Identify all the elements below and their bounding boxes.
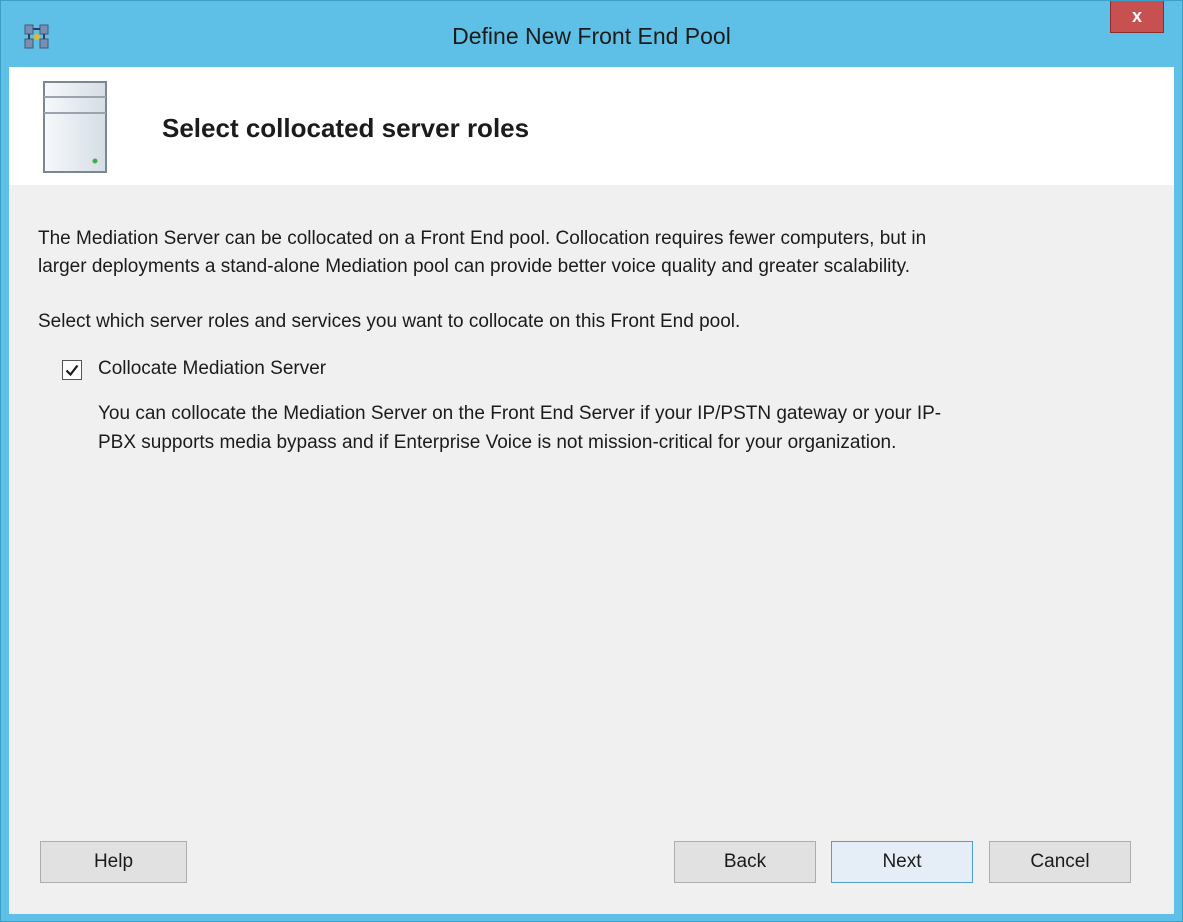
server-icon <box>43 81 107 173</box>
cancel-button[interactable]: Cancel <box>989 841 1131 883</box>
description-line-1: You can collocate the Mediation Server o… <box>98 403 942 424</box>
checkmark-icon <box>65 364 79 377</box>
collocate-mediation-label[interactable]: Collocate Mediation Server <box>98 358 326 380</box>
dialog-window: Define New Front End Pool x Select collo… <box>0 0 1183 922</box>
description-line-2: PBX supports media bypass and if Enterpr… <box>98 432 897 453</box>
collocate-mediation-checkbox[interactable] <box>62 360 82 380</box>
close-button[interactable]: x <box>1110 1 1164 33</box>
intro-line-2: larger deployments a stand-alone Mediati… <box>38 256 911 277</box>
select-instruction: Select which server roles and services y… <box>38 311 741 332</box>
dialog-client-area: Select collocated server roles The Media… <box>9 67 1174 914</box>
wizard-header: Select collocated server roles <box>9 67 1174 185</box>
window-title: Define New Front End Pool <box>452 23 731 49</box>
title-bar[interactable]: Define New Front End Pool x <box>1 1 1182 67</box>
close-icon: x <box>1131 6 1142 26</box>
intro-text: The Mediation Server can be collocated o… <box>38 225 1158 281</box>
collocate-description: You can collocate the Mediation Server o… <box>98 399 1148 457</box>
back-button[interactable]: Back <box>674 841 816 883</box>
page-title: Select collocated server roles <box>162 113 530 143</box>
next-button[interactable]: Next <box>831 841 973 883</box>
intro-line-1: The Mediation Server can be collocated o… <box>38 228 927 249</box>
help-button[interactable]: Help <box>40 841 187 883</box>
